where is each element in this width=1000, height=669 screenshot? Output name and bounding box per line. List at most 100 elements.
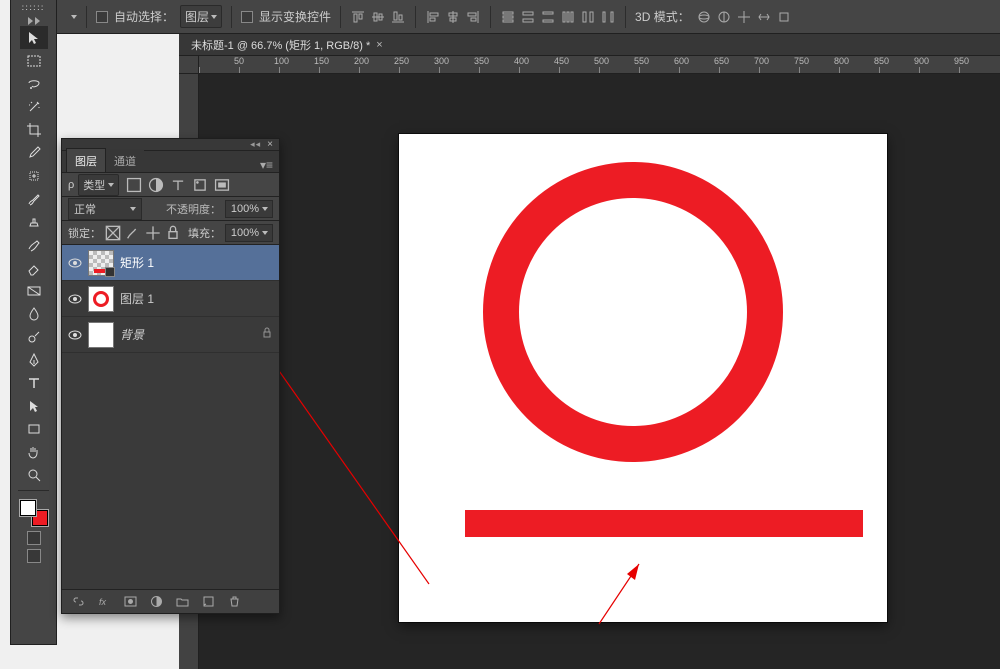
show-transform-checkbox[interactable] bbox=[241, 11, 253, 23]
screenmode-toggle[interactable] bbox=[27, 549, 41, 563]
chevron-down-icon bbox=[211, 15, 217, 19]
ruler-horizontal[interactable]: 0501001502002503003504004505005506006507… bbox=[199, 56, 1000, 74]
layer-thumbnail[interactable] bbox=[88, 250, 114, 276]
filter-type-dropdown[interactable]: 类型 bbox=[78, 174, 119, 196]
align-top-icon[interactable] bbox=[350, 9, 366, 25]
distribute-vcenter-icon[interactable] bbox=[520, 9, 536, 25]
slide-3d-icon[interactable] bbox=[756, 9, 772, 25]
close-tab-icon[interactable]: × bbox=[376, 39, 382, 51]
layer-name[interactable]: 图层 1 bbox=[120, 290, 154, 307]
layer-thumbnail[interactable] bbox=[88, 322, 114, 348]
marquee-tool[interactable] bbox=[20, 49, 48, 72]
pen-tool[interactable] bbox=[20, 348, 48, 371]
brush-tool[interactable] bbox=[20, 187, 48, 210]
new-layer-icon[interactable] bbox=[200, 594, 216, 610]
align-group-1 bbox=[350, 9, 406, 25]
align-left-icon[interactable] bbox=[425, 9, 441, 25]
close-panel-icon[interactable]: × bbox=[267, 139, 273, 150]
scale-3d-icon[interactable] bbox=[776, 9, 792, 25]
gradient-tool[interactable] bbox=[20, 279, 48, 302]
adjustment-layer-icon[interactable] bbox=[148, 594, 164, 610]
mode-3d-label: 3D 模式： bbox=[635, 8, 690, 25]
red-bar-shape bbox=[465, 510, 863, 537]
clone-stamp-tool[interactable] bbox=[20, 210, 48, 233]
magic-wand-tool[interactable] bbox=[20, 95, 48, 118]
divider bbox=[490, 6, 491, 28]
path-selection-tool[interactable] bbox=[20, 394, 48, 417]
layer-row-background[interactable]: 背景 bbox=[62, 317, 279, 353]
color-swatches[interactable] bbox=[19, 499, 49, 527]
layer-row-rect1[interactable]: 矩形 1 bbox=[62, 245, 279, 281]
layer-mask-icon[interactable] bbox=[122, 594, 138, 610]
filter-pixel-icon[interactable] bbox=[125, 177, 143, 193]
link-layers-icon[interactable] bbox=[70, 594, 86, 610]
lock-image-icon[interactable] bbox=[125, 225, 141, 241]
chevron-down-icon bbox=[130, 207, 136, 211]
filter-type-icon[interactable] bbox=[169, 177, 187, 193]
auto-select-target-dropdown[interactable]: 图层 bbox=[180, 5, 222, 28]
zoom-tool[interactable] bbox=[20, 463, 48, 486]
blur-tool[interactable] bbox=[20, 302, 48, 325]
layers-list: 矩形 1 图层 1 背景 bbox=[62, 245, 279, 589]
opacity-input[interactable]: 100% bbox=[225, 200, 273, 218]
blend-mode-dropdown[interactable]: 正常 bbox=[68, 198, 142, 220]
type-tool[interactable] bbox=[20, 371, 48, 394]
document-tab[interactable]: 未标题-1 @ 66.7% (矩形 1, RGB/8) * × bbox=[185, 34, 389, 56]
hand-tool[interactable] bbox=[20, 440, 48, 463]
align-hcenter-icon[interactable] bbox=[445, 9, 461, 25]
lock-transparent-icon[interactable] bbox=[105, 225, 121, 241]
viewport[interactable] bbox=[199, 74, 1000, 669]
distribute-right-icon[interactable] bbox=[600, 9, 616, 25]
rectangle-tool[interactable] bbox=[20, 417, 48, 440]
panel-menu-icon[interactable]: ▾≡ bbox=[260, 158, 273, 172]
lasso-tool[interactable] bbox=[20, 72, 48, 95]
layer-thumbnail[interactable] bbox=[88, 286, 114, 312]
lock-all-icon[interactable] bbox=[165, 225, 181, 241]
layer-row-layer1[interactable]: 图层 1 bbox=[62, 281, 279, 317]
toolbox-collapse[interactable] bbox=[11, 16, 56, 26]
distribute-left-icon[interactable] bbox=[560, 9, 576, 25]
orbit-3d-icon[interactable] bbox=[696, 9, 712, 25]
foreground-color-swatch[interactable] bbox=[19, 499, 37, 517]
visibility-toggle-icon[interactable] bbox=[68, 256, 82, 270]
tab-layers[interactable]: 图层 bbox=[66, 148, 106, 172]
distribute-top-icon[interactable] bbox=[500, 9, 516, 25]
healing-brush-tool[interactable] bbox=[20, 164, 48, 187]
quickmask-toggle[interactable] bbox=[27, 531, 41, 545]
history-brush-tool[interactable] bbox=[20, 233, 48, 256]
filter-shape-icon[interactable] bbox=[191, 177, 209, 193]
panel-tabs: 图层 通道 ▾≡ bbox=[62, 151, 279, 173]
auto-select-checkbox[interactable] bbox=[96, 11, 108, 23]
align-vcenter-icon[interactable] bbox=[370, 9, 386, 25]
tab-channels[interactable]: 通道 bbox=[106, 149, 144, 172]
collapse-arrows-icon[interactable]: ◂◂ bbox=[250, 139, 261, 150]
layer-name[interactable]: 背景 bbox=[120, 326, 144, 343]
layer-style-icon[interactable]: fx bbox=[96, 594, 112, 610]
distribute-hcenter-icon[interactable] bbox=[580, 9, 596, 25]
eyedropper-tool[interactable] bbox=[20, 141, 48, 164]
visibility-toggle-icon[interactable] bbox=[68, 292, 82, 306]
distribute-bottom-icon[interactable] bbox=[540, 9, 556, 25]
filter-adjust-icon[interactable] bbox=[147, 177, 165, 193]
divider bbox=[18, 490, 50, 491]
roll-3d-icon[interactable] bbox=[716, 9, 732, 25]
align-bottom-icon[interactable] bbox=[390, 9, 406, 25]
align-right-icon[interactable] bbox=[465, 9, 481, 25]
chevron-down-icon[interactable] bbox=[71, 15, 77, 19]
filter-smart-icon[interactable] bbox=[213, 177, 231, 193]
layer-name[interactable]: 矩形 1 bbox=[120, 254, 154, 271]
filter-type-label: 类型 bbox=[83, 177, 105, 193]
group-icon[interactable] bbox=[174, 594, 190, 610]
divider bbox=[340, 6, 341, 28]
lock-fill-row: 锁定： 填充： 100% bbox=[62, 221, 279, 245]
lock-position-icon[interactable] bbox=[145, 225, 161, 241]
delete-layer-icon[interactable] bbox=[226, 594, 242, 610]
fill-input[interactable]: 100% bbox=[225, 224, 273, 242]
dodge-tool[interactable] bbox=[20, 325, 48, 348]
move-tool[interactable] bbox=[20, 26, 48, 49]
pan-3d-icon[interactable] bbox=[736, 9, 752, 25]
eraser-tool[interactable] bbox=[20, 256, 48, 279]
toolbox-grip[interactable]: ∷∷∷ bbox=[22, 3, 45, 14]
visibility-toggle-icon[interactable] bbox=[68, 328, 82, 342]
crop-tool[interactable] bbox=[20, 118, 48, 141]
